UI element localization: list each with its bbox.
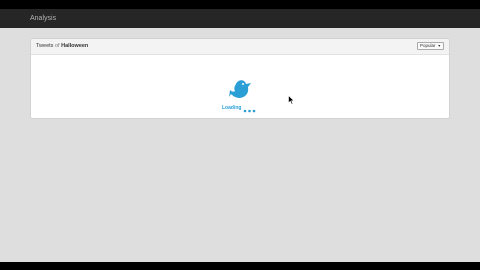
chevron-down-icon: ▼ (437, 44, 441, 48)
main-stage: Tweets of Halloween Popular ▼ Loading (0, 28, 480, 262)
loading-dots-icon (243, 109, 256, 113)
loading-label: Loading (222, 105, 242, 111)
loading-indicator: Loading (221, 77, 261, 113)
app-title: Analysis (30, 15, 57, 22)
mouse-pointer-icon (288, 95, 295, 105)
sort-dropdown[interactable]: Popular ▼ (417, 42, 444, 50)
sort-selected-value: Popular (420, 43, 436, 48)
panel-header: Tweets of Halloween Popular ▼ (31, 39, 449, 55)
top-bar: Analysis (0, 9, 480, 28)
title-connector: of (54, 43, 60, 49)
title-prefix: Tweets (36, 43, 54, 49)
tweets-panel: Tweets of Halloween Popular ▼ Loading (30, 38, 450, 119)
twitter-bird-icon (229, 80, 251, 98)
panel-title: Tweets of Halloween (36, 43, 88, 50)
title-topic: Halloween (61, 43, 89, 49)
bottom-bar (0, 262, 480, 270)
